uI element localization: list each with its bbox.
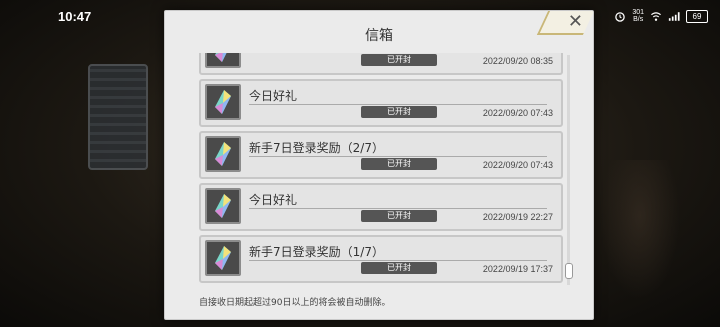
mail-item[interactable]: 今日好礼 已开封 2022/09/19 22:27 <box>199 183 563 231</box>
net-speed-value: 301 <box>632 9 644 16</box>
mail-item[interactable]: 新手7日登录奖励（2/7） 已开封 2022/09/20 07:43 <box>199 131 563 179</box>
status-badge: 已开封 <box>361 158 437 170</box>
crystal-icon <box>205 240 241 276</box>
net-speed-unit: B/s <box>633 16 644 23</box>
wifi-icon <box>651 11 661 21</box>
mailbox-title: 信箱 <box>365 28 393 44</box>
background-figure <box>600 160 680 300</box>
mail-item-title: 今日好礼 <box>249 89 298 103</box>
mail-item-date: 2022/09/20 07:43 <box>482 160 553 170</box>
mail-item-date: 2022/09/19 17:37 <box>482 264 553 274</box>
mail-item-date: 2022/09/20 08:35 <box>482 56 553 66</box>
scrollbar-track[interactable] <box>567 55 570 285</box>
mail-item-title: 新手7日登录奖励（2/7） <box>249 141 384 155</box>
close-icon[interactable]: ✕ <box>568 11 583 32</box>
mail-item-date: 2022/09/19 22:27 <box>482 212 553 222</box>
crystal-icon <box>205 188 241 224</box>
divider <box>249 208 547 209</box>
battery-icon: 69 <box>686 9 708 23</box>
mail-item[interactable]: 新手7日登录奖励（1/7） 已开封 2022/09/19 17:37 <box>199 235 563 283</box>
net-speed: 301 B/s <box>632 9 644 23</box>
status-time: 10:47 <box>58 9 92 24</box>
crystal-icon <box>205 84 241 120</box>
mail-list[interactable]: 已开封 2022/09/20 08:35 今日好礼 已开封 2022/09/20… <box>199 53 563 289</box>
divider <box>249 260 547 261</box>
crystal-icon <box>205 136 241 172</box>
divider <box>249 156 547 157</box>
mail-item[interactable]: 已开封 2022/09/20 08:35 <box>199 53 563 75</box>
scrollbar-thumb[interactable] <box>565 263 573 279</box>
background-gate <box>88 64 148 170</box>
crystal-icon <box>205 53 241 68</box>
divider <box>249 104 547 105</box>
alarm-icon <box>615 11 626 22</box>
status-icons: 301 B/s 69 <box>614 9 708 23</box>
status-badge: 已开封 <box>361 106 437 118</box>
mail-item-title: 新手7日登录奖励（1/7） <box>249 245 384 259</box>
mail-item-date: 2022/09/20 07:43 <box>482 108 553 118</box>
status-badge: 已开封 <box>361 262 437 274</box>
mail-item-title: 今日好礼 <box>249 193 298 207</box>
mailbox-panel: 信箱 ✕ 已开封 2022/09/20 08:35 今日好礼 已开封 2022/… <box>164 10 594 320</box>
status-badge: 已开封 <box>361 54 437 66</box>
signal-icon <box>668 11 680 21</box>
mail-item[interactable]: 今日好礼 已开封 2022/09/20 07:43 <box>199 79 563 127</box>
status-badge: 已开封 <box>361 210 437 222</box>
auto-delete-note: 自接收日期起超过90日以上的将会被自动删除。 <box>199 298 391 308</box>
